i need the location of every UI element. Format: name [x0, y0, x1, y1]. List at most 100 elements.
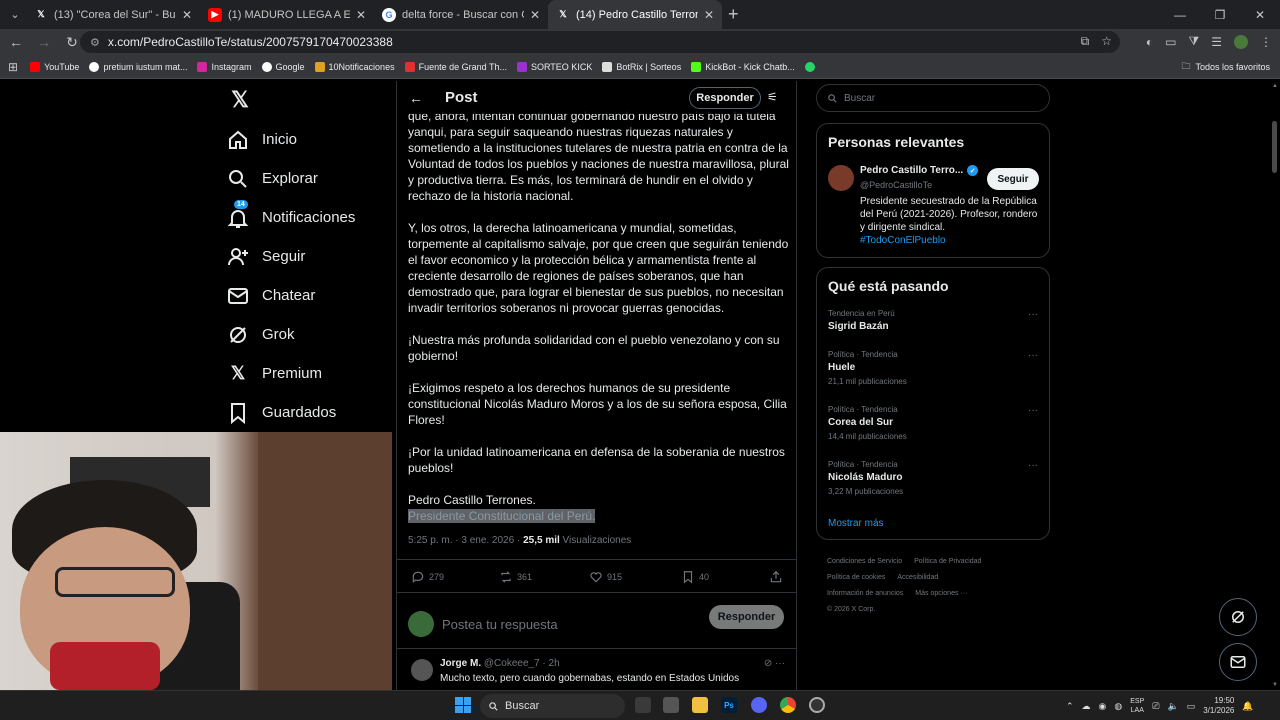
- hashtag-link[interactable]: #TodoConElPueblo: [860, 234, 1042, 247]
- person-name[interactable]: Pedro Castillo Terro... ✓: [860, 165, 979, 176]
- trend-item[interactable]: Política · Tendencia Huele 21,1 mil publ…: [828, 350, 1038, 386]
- notifications-icon[interactable]: 🔔: [1242, 701, 1253, 712]
- more-icon[interactable]: ···: [1028, 350, 1038, 361]
- close-window-icon[interactable]: ✕: [1240, 0, 1280, 29]
- browser-tab[interactable]: G delta force - Buscar con Google ✕: [374, 0, 548, 29]
- minimize-icon[interactable]: —: [1160, 0, 1200, 29]
- footer-link[interactable]: Política de Privacidad: [914, 558, 981, 565]
- nav-item-guardados[interactable]: Guardados: [222, 393, 394, 432]
- filter-settings-icon[interactable]: ⚟: [767, 90, 778, 104]
- scroll-down-icon[interactable]: ▼: [1272, 682, 1278, 688]
- footer-link[interactable]: Política de cookies: [827, 574, 885, 581]
- more-icon[interactable]: ···: [1028, 460, 1038, 471]
- nav-item-notificaciones[interactable]: 14 Notificaciones: [222, 198, 394, 237]
- tab-search-icon[interactable]: ⌄: [4, 4, 26, 26]
- nav-item-inicio[interactable]: Inicio: [222, 120, 394, 159]
- back-arrow-icon[interactable]: ←: [4, 34, 28, 50]
- reply-submit-button[interactable]: Responder: [709, 605, 784, 629]
- reply-author[interactable]: Jorge M.: [440, 658, 481, 669]
- install-app-icon[interactable]: ⧉: [1081, 34, 1090, 49]
- bookmark-item[interactable]: YouTube: [30, 61, 79, 72]
- avatar[interactable]: [411, 659, 433, 681]
- network-icon[interactable]: ⎚: [1152, 701, 1159, 712]
- close-icon[interactable]: ✕: [704, 8, 714, 22]
- close-icon[interactable]: ✕: [530, 8, 540, 22]
- windows-start-icon[interactable]: [455, 697, 471, 713]
- close-icon[interactable]: ✕: [182, 8, 192, 22]
- person-handle[interactable]: @PedroCastilloTe: [860, 180, 932, 190]
- reply-action[interactable]: 279: [411, 570, 444, 584]
- back-arrow-icon[interactable]: ←: [409, 90, 423, 106]
- browser-tab[interactable]: ▶ (1) MADURO LLEGA A ESTADOS ✕: [200, 0, 374, 29]
- tray-app-icon[interactable]: ☁: [1082, 701, 1091, 712]
- extension-icon[interactable]: ▭: [1165, 35, 1176, 49]
- follow-button[interactable]: Seguir: [987, 168, 1039, 190]
- footer-link[interactable]: Condiciones de Servicio: [827, 558, 902, 565]
- page-scrollbar[interactable]: ▲ ▼: [1270, 81, 1280, 690]
- reading-list-icon[interactable]: ☰: [1211, 35, 1222, 49]
- repost-action[interactable]: 361: [499, 570, 532, 584]
- volume-icon[interactable]: 🔈: [1167, 701, 1178, 712]
- trend-item[interactable]: Política · Tendencia Nicolás Maduro 3,22…: [828, 460, 1038, 496]
- extension-icon[interactable]: ◐: [1146, 35, 1153, 49]
- trend-item[interactable]: Tendencia en Perú Sigrid Bazán ···: [828, 309, 1038, 332]
- bookmark-item[interactable]: BotRix | Sorteos: [602, 61, 681, 72]
- like-action[interactable]: 915: [589, 570, 622, 584]
- x-logo-icon[interactable]: 𝕏: [226, 86, 254, 114]
- chevron-up-icon[interactable]: ⌃: [1066, 701, 1074, 712]
- search-input[interactable]: Buscar: [816, 84, 1050, 112]
- scroll-up-icon[interactable]: ▲: [1272, 83, 1278, 89]
- footer-link[interactable]: Accesibilidad: [897, 574, 938, 581]
- more-icon[interactable]: ···: [1028, 309, 1038, 320]
- bookmark-item[interactable]: KickBot - Kick Chatb...: [691, 61, 795, 72]
- bookmark-item[interactable]: pretium iustum mat...: [89, 61, 187, 72]
- nav-item-grok[interactable]: Grok: [222, 315, 394, 354]
- reply-header-button[interactable]: Responder: [689, 87, 761, 109]
- clock[interactable]: 19:50 3/1/2026: [1203, 696, 1234, 716]
- file-explorer-icon[interactable]: [692, 697, 708, 713]
- tray-app-icon[interactable]: ◉: [1099, 701, 1107, 712]
- all-bookmarks[interactable]: 🗀 Todos los favoritos: [1181, 59, 1270, 75]
- language-indicator[interactable]: ESP LAA: [1130, 697, 1144, 715]
- messages-fab-button[interactable]: [1219, 643, 1257, 681]
- reply-handle[interactable]: @Cokeee_7 · 2h: [484, 658, 560, 669]
- bookmark-action[interactable]: 40: [681, 570, 709, 584]
- footer-link[interactable]: Más opciones ···: [915, 590, 967, 597]
- url-text[interactable]: x.com/PedroCastilloTe/status/20075791704…: [108, 35, 393, 49]
- more-vertical-icon[interactable]: ⋮: [1260, 35, 1272, 49]
- footer-link[interactable]: Información de anuncios: [827, 590, 903, 597]
- bookmark-item[interactable]: 10Notificaciones: [314, 61, 395, 72]
- chrome-icon[interactable]: [780, 697, 796, 713]
- nav-item-explorar[interactable]: Explorar: [222, 159, 394, 198]
- star-icon[interactable]: ☆: [1101, 34, 1112, 49]
- address-bar[interactable]: ⚙ x.com/PedroCastilloTe/status/200757917…: [80, 31, 1120, 53]
- discord-icon[interactable]: [751, 697, 767, 713]
- bookmark-item[interactable]: Instagram: [197, 61, 252, 72]
- reply-input[interactable]: Postea tu respuesta: [442, 617, 558, 632]
- nav-item-premium[interactable]: 𝕏 Premium: [222, 354, 394, 393]
- more-icon[interactable]: ···: [1028, 405, 1038, 416]
- grok-icon[interactable]: ⊘: [764, 658, 772, 669]
- bookmark-item[interactable]: Fuente de Grand Th...: [404, 61, 507, 72]
- bookmark-item[interactable]: Google: [261, 61, 305, 72]
- trend-item[interactable]: Política · Tendencia Corea del Sur 14,4 …: [828, 405, 1038, 441]
- browser-tab-active[interactable]: 𝕏 (14) Pedro Castillo Terrones en X ✕: [548, 0, 722, 29]
- scrollbar-thumb[interactable]: [1272, 121, 1277, 173]
- puzzle-icon[interactable]: ⧩: [1189, 34, 1200, 49]
- bookmark-item[interactable]: SORTEO KICK: [516, 61, 592, 72]
- post-timestamp[interactable]: 5:25 p. m. · 3 ene. 2026 ·: [408, 535, 523, 546]
- battery-icon[interactable]: ▭: [1187, 701, 1196, 712]
- close-icon[interactable]: ✕: [356, 8, 366, 22]
- browser-tab[interactable]: 𝕏 (13) "Corea del Sur" - Buscar / X ✕: [26, 0, 200, 29]
- whatsapp-icon[interactable]: [804, 61, 815, 72]
- forward-arrow-icon[interactable]: →: [32, 34, 56, 50]
- task-view-icon[interactable]: [635, 697, 651, 713]
- profile-avatar[interactable]: [1234, 34, 1248, 49]
- taskbar-search[interactable]: Buscar: [480, 694, 625, 718]
- nav-item-chatear[interactable]: Chatear: [222, 276, 394, 315]
- avatar[interactable]: [828, 165, 854, 191]
- new-tab-icon[interactable]: +: [728, 4, 739, 25]
- photoshop-icon[interactable]: Ps: [721, 697, 737, 713]
- app-icon[interactable]: [809, 697, 825, 713]
- more-icon[interactable]: ···: [775, 658, 785, 669]
